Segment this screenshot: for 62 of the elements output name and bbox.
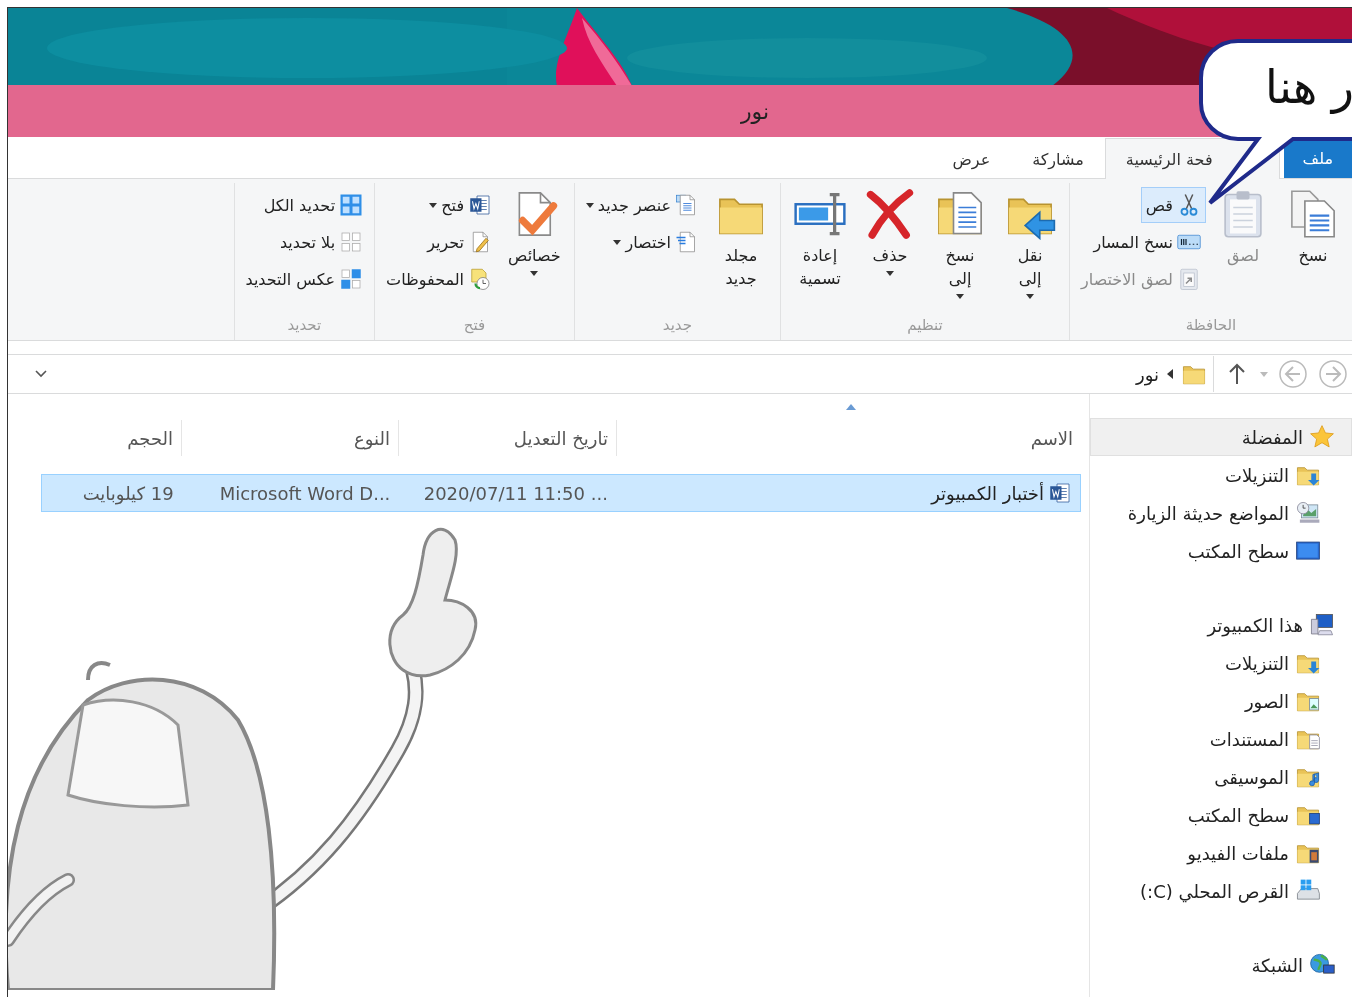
ribbon-button[interactable]: عكس التحديد <box>240 261 369 297</box>
star-icon <box>1309 424 1335 450</box>
navigation-item[interactable]: ملفات الفيديو <box>1090 834 1352 872</box>
navigation-item[interactable]: المستندات <box>1090 720 1352 758</box>
breadcrumb-item[interactable]: نور <box>1136 363 1159 385</box>
ribbon-button[interactable]: نسخ <box>1280 183 1346 273</box>
ribbon-button[interactable]: نسخ إلى <box>927 183 994 305</box>
group-label: جديد <box>661 316 693 336</box>
back-button[interactable] <box>1318 359 1348 389</box>
ribbon-button[interactable]: إعادة تسمية <box>787 183 854 296</box>
table-cell: 19 كيلوبايت <box>82 482 174 504</box>
ribbon-button[interactable]: اختصار <box>608 224 705 260</box>
navigation-item[interactable]: سطح المكتب <box>1090 532 1352 570</box>
grid-outline-icon <box>339 230 364 254</box>
table-cell: أختبار الكمبيوتر <box>931 482 1044 504</box>
ribbon-button[interactable]: المحفوظات <box>381 261 498 297</box>
ribbon-button[interactable]: نقل إلى <box>997 183 1064 305</box>
ribbon-button[interactable]: حذف <box>857 183 924 282</box>
navigation-item[interactable]: القرص المحلي (C:) <box>1090 872 1352 910</box>
navigation-item[interactable]: المفضلة <box>1090 418 1352 456</box>
navigation-item[interactable]: هذا الكمبيوتر <box>1090 606 1352 644</box>
window-title: نور <box>740 98 770 124</box>
group-label: تنظيم <box>906 316 944 336</box>
group-label: الحافظة <box>1184 316 1238 336</box>
ribbon-button[interactable]: قص <box>1140 187 1206 223</box>
ribbon-button[interactable]: مجلد جديد <box>708 183 775 296</box>
ribbon-button[interactable]: تحديد الكل <box>258 187 369 223</box>
ribbon-button[interactable]: بلا تحديد <box>274 224 369 260</box>
group-label: فتح <box>462 316 487 336</box>
address-field[interactable]: نور <box>8 356 1214 392</box>
word-document-icon <box>468 193 493 217</box>
page-clock-icon <box>468 267 493 291</box>
navigation-item[interactable]: التنزيلات <box>1090 644 1352 682</box>
navigation-item[interactable]: الصور <box>1090 682 1352 720</box>
table-cell: 2020/07/11 11:50 ... <box>423 482 608 504</box>
column-header[interactable]: الحجم <box>41 420 181 456</box>
column-header[interactable]: النوع <box>181 420 398 456</box>
grid-icon <box>339 193 364 217</box>
grid-mixed-icon <box>339 267 364 291</box>
up-button[interactable] <box>1228 363 1246 385</box>
ribbon-button[interactable]: عنصر جديد <box>580 187 705 223</box>
ribbon-button[interactable]: تحرير <box>422 224 498 260</box>
chevron-icon <box>34 369 48 379</box>
column-header[interactable]: تاريخ التعديل <box>398 420 616 456</box>
ribbon-button[interactable]: نسخ المسار <box>1088 224 1206 260</box>
ribbon-button[interactable]: فتح <box>424 187 498 223</box>
computer-icon <box>1309 612 1335 638</box>
navigation-item[interactable]: التنزيلات <box>1090 456 1352 494</box>
column-header[interactable]: الاسم <box>616 420 1081 456</box>
navigation-item[interactable]: الشبكة <box>1090 946 1352 984</box>
bubble-text: ر هنا <box>1265 60 1352 114</box>
table-cell: Microsoft Word D... <box>219 482 391 504</box>
group-label: تحديد <box>286 316 323 336</box>
forward-button[interactable] <box>1278 359 1308 389</box>
word-document-icon <box>1048 481 1072 505</box>
monitor-clock-icon <box>1295 500 1321 526</box>
navigation-item[interactable]: الموسيقى <box>1090 758 1352 796</box>
navigation-item[interactable]: سطح المكتب <box>1090 796 1352 834</box>
caret-icon <box>1260 371 1268 377</box>
breadcrumb-arrow-icon <box>1167 369 1173 379</box>
navigation-item[interactable]: المواضع حديثة الزيارة <box>1090 494 1352 532</box>
ribbon-button[interactable]: خصائص <box>501 183 568 282</box>
